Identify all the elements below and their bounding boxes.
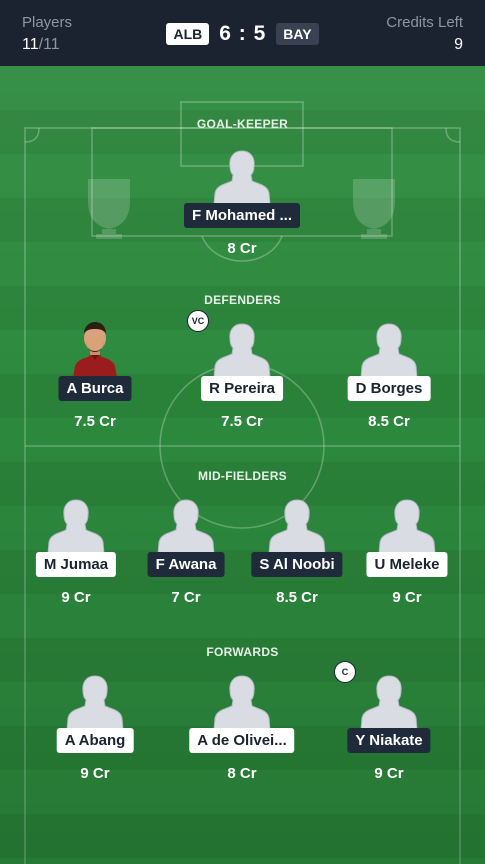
player-silhouette-icon bbox=[377, 494, 437, 555]
credits-left-value: 9 bbox=[454, 36, 463, 53]
player-card[interactable]: A de Olivei... 8 Cr bbox=[182, 670, 302, 800]
dream11-logo-icon bbox=[88, 179, 130, 239]
player-name: R Pereira bbox=[201, 376, 283, 401]
player-name: M Jumaa bbox=[35, 552, 117, 577]
player-silhouette-icon bbox=[359, 670, 419, 731]
player-silhouette-icon bbox=[65, 670, 125, 731]
vice-captain-badge: VC bbox=[187, 310, 209, 332]
player-name: U Meleke bbox=[366, 552, 448, 577]
player-card[interactable]: F Awana 7 Cr bbox=[126, 494, 246, 624]
player-silhouette-icon bbox=[46, 494, 106, 555]
dream11-logo-icon bbox=[353, 179, 395, 239]
player-card[interactable]: R Pereira 7.5 Cr bbox=[182, 318, 302, 448]
player-credits: 9 Cr bbox=[392, 589, 422, 606]
team-header: Players 11/11 ALB 6 : 5 BAY Credits Left… bbox=[0, 0, 485, 66]
player-name: A de Olivei... bbox=[189, 728, 295, 753]
captain-badge: C bbox=[334, 661, 356, 683]
player-silhouette-icon bbox=[212, 145, 272, 206]
player-name: F Mohamed ... bbox=[183, 203, 301, 228]
section-goalkeeper: GOAL-KEEPER bbox=[196, 117, 289, 131]
player-credits: 9 Cr bbox=[61, 589, 91, 606]
player-credits: 7.5 Cr bbox=[221, 413, 263, 430]
section-midfielders: MID-FIELDERS bbox=[198, 469, 287, 483]
player-silhouette-icon bbox=[212, 670, 272, 731]
player-card[interactable]: Y Niakate 9 Cr bbox=[329, 670, 449, 800]
section-defenders: DEFENDERS bbox=[204, 293, 281, 307]
player-silhouette-icon bbox=[267, 494, 327, 555]
player-card[interactable]: M Jumaa 9 Cr bbox=[16, 494, 136, 624]
player-name: F Awana bbox=[147, 552, 225, 577]
player-name: A Burca bbox=[58, 376, 132, 401]
player-card[interactable]: D Borges 8.5 Cr bbox=[329, 318, 449, 448]
player-photo bbox=[65, 318, 125, 378]
player-name: Y Niakate bbox=[347, 728, 431, 753]
away-team-chip: BAY bbox=[276, 23, 319, 45]
credits-left-label: Credits Left bbox=[386, 14, 463, 31]
player-card[interactable]: F Mohamed ... 8 Cr bbox=[182, 145, 302, 275]
player-credits: 8.5 Cr bbox=[276, 589, 318, 606]
player-credits: 8 Cr bbox=[227, 765, 257, 782]
player-credits: 8.5 Cr bbox=[368, 413, 410, 430]
player-credits: 8 Cr bbox=[227, 240, 257, 257]
player-card[interactable]: A Abang 9 Cr bbox=[35, 670, 155, 800]
player-card[interactable]: A Burca 7.5 Cr bbox=[35, 318, 155, 448]
player-name: A Abang bbox=[56, 728, 134, 753]
player-silhouette-icon bbox=[156, 494, 216, 555]
player-card[interactable]: U Meleke 9 Cr bbox=[347, 494, 467, 624]
player-card[interactable]: S Al Noobi 8.5 Cr bbox=[237, 494, 357, 624]
player-credits: 7.5 Cr bbox=[74, 413, 116, 430]
player-credits: 9 Cr bbox=[374, 765, 404, 782]
section-forwards: FORWARDS bbox=[206, 645, 279, 659]
home-team-chip: ALB bbox=[166, 23, 210, 45]
player-silhouette-icon bbox=[212, 318, 272, 379]
player-name: D Borges bbox=[347, 376, 431, 401]
player-credits: 7 Cr bbox=[171, 589, 201, 606]
player-name: S Al Noobi bbox=[251, 552, 343, 577]
player-credits: 9 Cr bbox=[80, 765, 110, 782]
score-text: 6 : 5 bbox=[219, 22, 267, 45]
player-silhouette-icon bbox=[359, 318, 419, 379]
